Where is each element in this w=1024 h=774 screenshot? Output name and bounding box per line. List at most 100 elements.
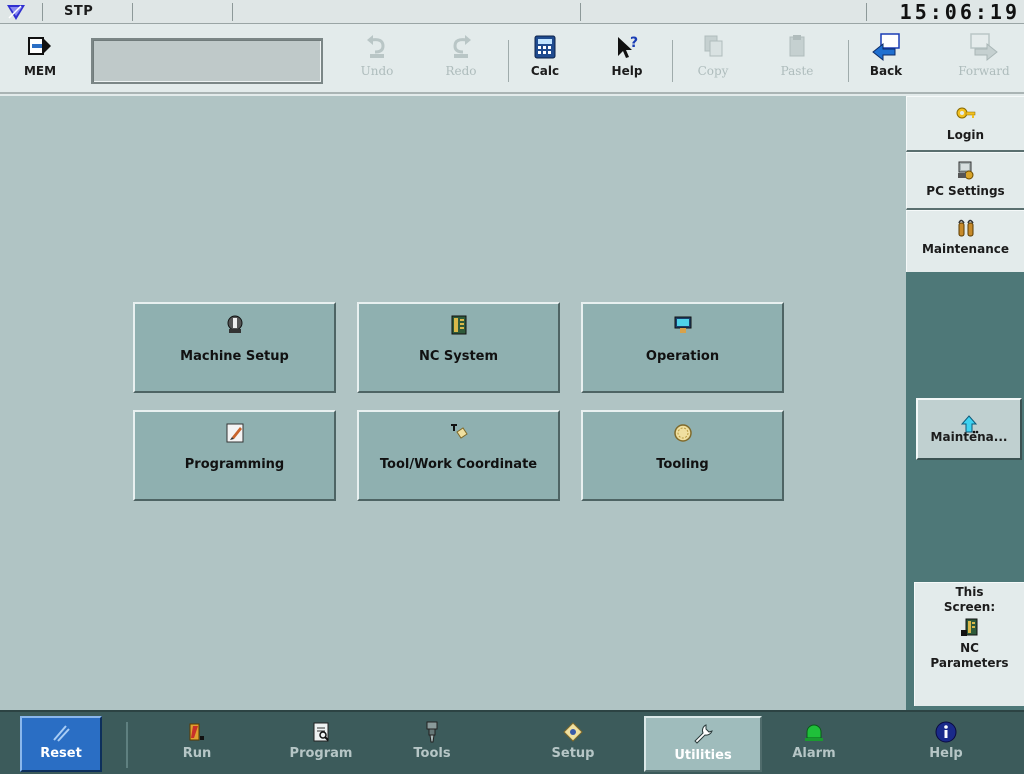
toolbar-divider [672,40,673,82]
tooling-label: Tooling [656,457,709,472]
help-button[interactable]: ? Help [594,32,660,90]
pc-settings-button[interactable]: PC Settings [906,152,1024,210]
maintenance-tab[interactable]: Maintenance [906,210,1024,272]
reset-icon [53,725,70,742]
machine-setup-button[interactable]: Machine Setup [133,302,336,393]
copy-label: Copy [697,64,729,78]
wrench-icon [694,724,713,744]
forward-button[interactable]: Forward [944,32,1024,90]
forward-arrow-icon [970,33,998,62]
status-divider [580,3,581,21]
status-bar: STP 15:06:19 [0,0,1024,24]
operation-button[interactable]: Operation [581,302,784,393]
tab-help[interactable]: Help [894,716,998,772]
undo-label: Undo [360,64,394,78]
programming-button[interactable]: Programming [133,410,336,501]
tab-run-label: Run [182,746,212,761]
toolbar-divider [508,40,509,82]
tool-work-coordinate-button[interactable]: Tool/Work Coordinate [357,410,560,501]
undo-icon [367,35,385,58]
redo-label: Redo [445,64,477,78]
tab-program-label: Program [289,746,353,761]
tab-run[interactable]: Run [145,716,249,772]
setup-icon [563,722,583,742]
login-button[interactable]: Login [906,96,1024,152]
back-arrow-icon [872,33,900,62]
tab-setup[interactable]: Setup [521,716,625,772]
back-label: Back [869,64,903,78]
redo-button[interactable]: Redo [428,32,494,90]
svg-text:?: ? [630,35,638,51]
mem-icon [28,37,51,55]
status-divider [42,3,43,21]
nc-system-button[interactable]: NC System [357,302,560,393]
toolbar-divider [848,40,849,82]
status-divider [132,3,133,21]
calc-label: Calc [530,64,560,78]
run-icon [189,723,204,741]
tab-tools[interactable]: Tools [380,716,484,772]
status-divider [232,3,233,21]
reset-label: Reset [40,746,82,761]
copy-icon [704,35,723,57]
login-label: Login [946,128,985,142]
info-icon [935,721,957,743]
tab-help-label: Help [929,746,963,761]
mem-label: MEM [23,64,57,78]
copy-button[interactable]: Copy [680,32,746,90]
tab-program[interactable]: Program [269,716,373,772]
this-screen-parameters: Parameters [930,656,1009,670]
nc-system-label: NC System [418,349,499,364]
this-screen-nc: NC [960,641,979,655]
tab-utilities[interactable]: Utilities [644,716,762,772]
tooling-icon [673,424,692,442]
this-screen-subtitle: Screen: [943,600,996,614]
back-button[interactable]: Back [856,32,916,90]
maintenance-label: Maintenance [921,242,1009,256]
sidebar: Login PC Settings Maintenance Maintena..… [906,96,1024,710]
tab-tools-label: Tools [413,746,451,761]
calculator-icon [534,35,556,59]
tooling-button[interactable]: Tooling [581,410,784,501]
tool-work-coordinate-label: Tool/Work Coordinate [379,457,538,472]
programming-label: Programming [184,457,285,472]
bottom-divider [126,722,128,768]
operation-icon [674,316,691,333]
alarm-icon [805,724,823,741]
reset-button[interactable]: Reset [20,716,102,772]
status-divider [866,3,867,21]
programming-icon [226,423,243,443]
maintenance-sub-label: Maintena... [930,430,1008,444]
paste-button[interactable]: Paste [764,32,830,90]
run-mode-indicator: STP [64,4,94,19]
clock-display: 15:06:19 [899,0,1020,24]
tab-alarm[interactable]: Alarm [762,716,866,772]
redo-icon [453,35,471,58]
pc-settings-icon [957,161,973,180]
tab-alarm-label: Alarm [792,746,836,761]
tab-utilities-label: Utilities [674,748,732,763]
this-screen-panel: This Screen: NC Parameters [914,582,1024,706]
this-screen-title: This [955,585,984,599]
paste-icon [789,35,805,57]
calc-button[interactable]: Calc [512,32,578,90]
help-pointer-icon: ? [618,35,638,58]
nc-parameters-icon [960,618,977,636]
operation-label: Operation [645,349,720,364]
toolbar: MEM Undo Redo Calc ? Help Copy Paste Bac… [0,24,1024,94]
maintenance-sub-button[interactable]: Maintena... [916,398,1022,460]
machine-setup-icon [227,315,242,333]
nc-system-icon [451,315,466,335]
tools-icon [426,721,438,743]
mem-button[interactable]: MEM [10,32,70,90]
app-window: STP 15:06:19 MEM Undo Redo Calc ? Help C… [0,0,1024,774]
machine-setup-label: Machine Setup [180,349,289,364]
mem-input-field[interactable] [91,38,323,84]
forward-label: Forward [958,64,1010,78]
pc-settings-label: PC Settings [926,184,1005,198]
paste-label: Paste [780,64,814,78]
maintenance-icon [957,219,974,237]
program-icon [313,722,329,742]
undo-button[interactable]: Undo [344,32,410,90]
machine-logo-icon [7,5,25,20]
